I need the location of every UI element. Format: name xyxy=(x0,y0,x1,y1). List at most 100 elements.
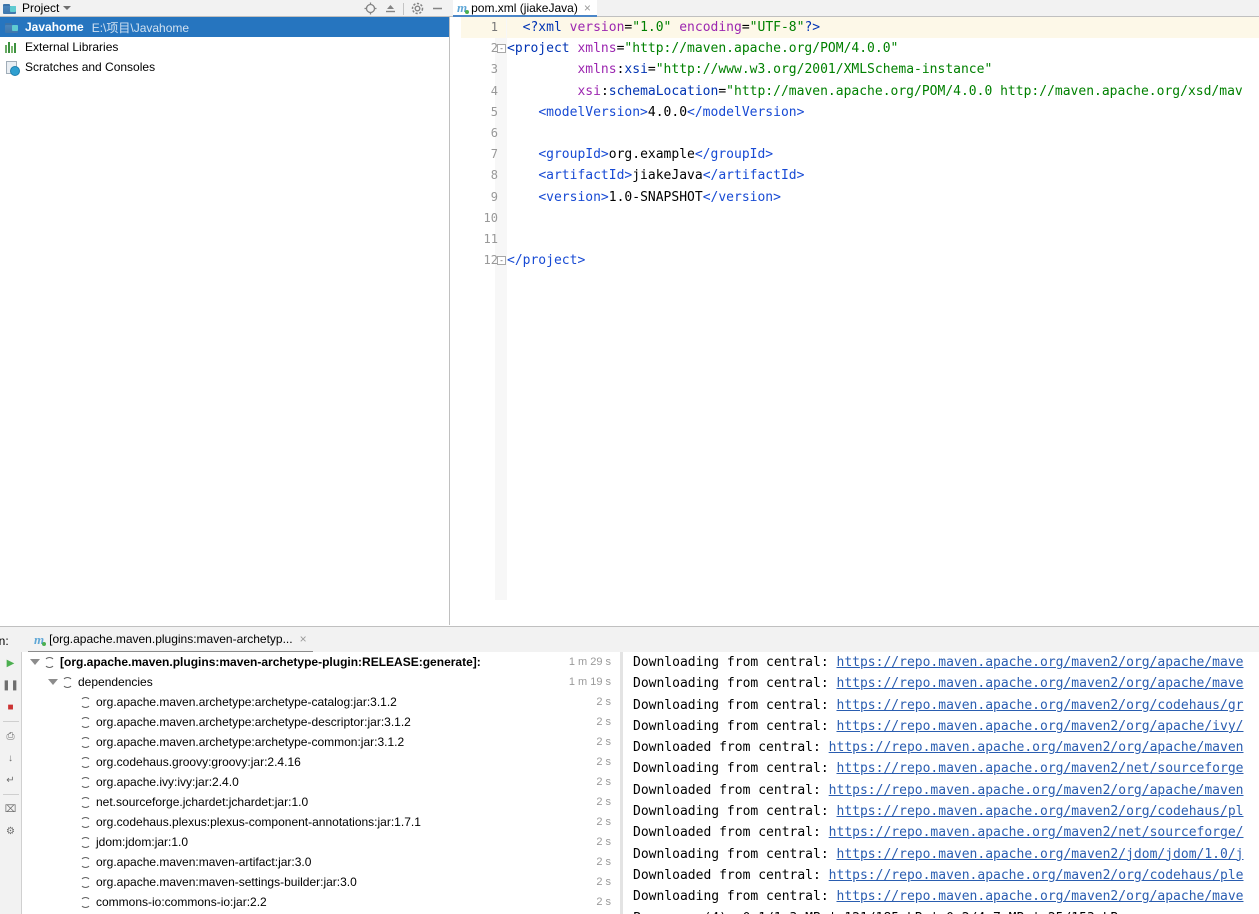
settings-button[interactable]: ⚙ xyxy=(2,822,20,840)
console-link[interactable]: https://repo.maven.apache.org/maven2/org… xyxy=(837,719,1244,734)
build-tree-row[interactable]: org.apache.maven.archetype:archetype-com… xyxy=(23,732,620,752)
code-line[interactable]: <groupId>org.example</groupId> xyxy=(507,144,1259,165)
build-status-icon xyxy=(80,736,91,748)
settings-gear-icon[interactable] xyxy=(408,1,426,16)
code-line[interactable]: xmlns:xsi="http://www.w3.org/2001/XMLSch… xyxy=(507,59,1259,80)
project-title-group[interactable]: Project xyxy=(0,1,72,16)
code-line[interactable]: <modelVersion>4.0.0</modelVersion> xyxy=(507,102,1259,123)
build-tree-row[interactable]: dependencies 1 m 19 s xyxy=(23,672,620,692)
tree-item-javahome[interactable]: Javahome E:\项目\Javahome xyxy=(0,17,449,37)
build-tree-row[interactable]: net.sourceforge.jchardet:jchardet:jar:1.… xyxy=(23,792,620,812)
print-button[interactable]: ⎙ xyxy=(2,727,20,745)
code-line[interactable]: <?xml version="1.0" encoding="UTF-8"?> xyxy=(507,17,1259,39)
project-tree[interactable]: Javahome E:\项目\Javahome External Librari… xyxy=(0,17,450,625)
collapse-all-icon[interactable] xyxy=(381,1,399,16)
build-tree-row[interactable]: org.apache.maven.archetype:archetype-cat… xyxy=(23,692,620,712)
build-status-icon xyxy=(80,756,91,768)
build-tree-row[interactable]: org.apache.ivy:ivy:jar:2.4.0 2 s xyxy=(23,772,620,792)
clear-all-button[interactable]: ⌧ xyxy=(2,800,20,818)
editor-gutter[interactable]: 1 2-3 4 5 6 7 8 9 10 11 12- xyxy=(450,17,507,600)
scroll-to-end-button[interactable]: ↓ xyxy=(2,749,20,767)
maven-run-icon: m xyxy=(34,631,47,647)
build-tree-row[interactable]: org.apache.maven:maven-settings-builder:… xyxy=(23,872,620,892)
close-icon[interactable]: × xyxy=(300,632,307,646)
build-tree-row[interactable]: org.codehaus.plexus:plexus-component-ann… xyxy=(23,812,620,832)
code-content[interactable]: <?xml version="1.0" encoding="UTF-8"?> <p… xyxy=(507,17,1259,600)
chevron-down-icon[interactable] xyxy=(63,6,72,10)
build-duration: 2 s xyxy=(596,816,611,828)
line-number-list: 1 2-3 4 5 6 7 8 9 10 11 12- xyxy=(450,17,506,271)
console-link[interactable]: https://repo.maven.apache.org/maven2/org… xyxy=(829,868,1244,883)
code-line[interactable]: </project> xyxy=(507,250,1259,271)
build-tree-row[interactable]: org.apache.maven.archetype:archetype-des… xyxy=(23,712,620,732)
build-tree-row[interactable]: org.apache.maven:maven-artifact:jar:3.0 2… xyxy=(23,852,620,872)
code-token: xsi xyxy=(624,62,648,78)
code-token: </version> xyxy=(702,189,781,205)
console-output[interactable]: Downloading from central: https://repo.m… xyxy=(623,652,1259,914)
build-tree-label: jdom:jdom:jar:1.0 xyxy=(96,835,189,849)
console-line: Downloading from central: https://repo.m… xyxy=(633,844,1259,865)
run-tab-maven-archetype[interactable]: m [org.apache.maven.plugins:maven-archet… xyxy=(28,627,313,653)
build-tree-row[interactable]: org.codehaus.groovy:groovy:jar:2.4.16 2 s xyxy=(23,752,620,772)
tree-item-scratches-and-consoles[interactable]: Scratches and Consoles xyxy=(0,57,449,77)
stop-button[interactable]: ■ xyxy=(2,698,20,716)
line-number: 8 xyxy=(490,168,498,183)
console-link[interactable]: https://repo.maven.apache.org/maven2/org… xyxy=(837,676,1244,691)
console-line: Downloading from central: https://repo.m… xyxy=(633,652,1259,673)
console-link[interactable]: https://repo.maven.apache.org/maven2/org… xyxy=(829,783,1244,798)
soft-wrap-button[interactable]: ↵ xyxy=(2,771,20,789)
code-line[interactable] xyxy=(507,229,1259,250)
console-link[interactable]: https://repo.maven.apache.org/maven2/jdo… xyxy=(837,847,1244,862)
code-line[interactable] xyxy=(507,123,1259,144)
build-status-icon xyxy=(80,876,91,888)
console-link[interactable]: https://repo.maven.apache.org/maven2/org… xyxy=(837,804,1244,819)
build-tree-label: org.apache.maven.archetype:archetype-des… xyxy=(96,715,411,729)
console-link[interactable]: https://repo.maven.apache.org/maven2/org… xyxy=(837,655,1244,670)
editor-tab-bar: m pom.xml (jiakeJava) × xyxy=(450,0,1259,17)
code-token: project xyxy=(514,41,570,57)
console-line: Progress (4): 0.1/1.3 MB | 121/185 kB | … xyxy=(633,908,1259,914)
build-tree-row[interactable]: [org.apache.maven.plugins:maven-archetyp… xyxy=(23,652,620,672)
expand-arrow-icon[interactable] xyxy=(48,679,58,685)
build-status-icon xyxy=(80,696,91,708)
code-line[interactable] xyxy=(507,208,1259,229)
toolbar-divider xyxy=(2,794,19,795)
locate-target-icon[interactable] xyxy=(361,1,379,16)
rerun-button[interactable]: ▶ xyxy=(2,654,20,672)
console-link[interactable]: https://repo.maven.apache.org/maven2/org… xyxy=(829,740,1244,755)
build-duration: 2 s xyxy=(596,836,611,848)
console-link[interactable]: https://repo.maven.apache.org/maven2/net… xyxy=(837,761,1244,776)
close-icon[interactable]: × xyxy=(584,1,591,15)
hide-panel-icon[interactable] xyxy=(428,1,446,16)
code-token: "http://maven.apache.org/POM/4.0.0 http:… xyxy=(726,83,1243,99)
build-tree-row[interactable]: jdom:jdom:jar:1.0 2 s xyxy=(23,832,620,852)
code-line[interactable]: xsi:schemaLocation="http://maven.apache.… xyxy=(507,81,1259,102)
code-token: = xyxy=(718,83,727,99)
code-line[interactable]: <artifactId>jiakeJava</artifactId> xyxy=(507,165,1259,186)
build-tree-row[interactable]: commons-io:commons-io:jar:2.2 2 s xyxy=(23,892,620,912)
fold-toggle-icon[interactable]: - xyxy=(497,256,506,266)
code-line[interactable]: <project xmlns="http://maven.apache.org/… xyxy=(507,38,1259,59)
code-token: version xyxy=(569,20,625,35)
expand-arrow-icon[interactable] xyxy=(30,659,40,665)
code-editor[interactable]: 1 2-3 4 5 6 7 8 9 10 11 12- <?xml version="1.0" en… xyxy=(450,17,1259,600)
tab-pom-xml[interactable]: m pom.xml (jiakeJava) × xyxy=(453,0,597,17)
build-tree-label: org.apache.maven:maven-settings-builder:… xyxy=(96,875,357,889)
tree-item-external-libraries[interactable]: External Libraries xyxy=(0,37,449,57)
libraries-icon xyxy=(5,40,20,55)
project-folder-icon xyxy=(5,20,20,35)
build-duration: 2 s xyxy=(596,896,611,908)
run-panel-toolbar: ▶ ❚❚ ■ ⎙ ↓ ↵ ⌧ ⚙ xyxy=(0,652,22,914)
build-tree[interactable]: [org.apache.maven.plugins:maven-archetyp… xyxy=(23,652,620,914)
console-link[interactable]: https://repo.maven.apache.org/maven2/org… xyxy=(837,698,1244,713)
console-line: Downloading from central: https://repo.m… xyxy=(633,673,1259,694)
build-status-icon xyxy=(44,656,55,668)
build-duration: 1 m 29 s xyxy=(568,656,611,668)
console-link[interactable]: https://repo.maven.apache.org/maven2/org… xyxy=(837,889,1244,904)
code-line[interactable]: <version>1.0-SNAPSHOT</version> xyxy=(507,187,1259,208)
console-link[interactable]: https://repo.maven.apache.org/maven2/net… xyxy=(829,825,1244,840)
fold-toggle-icon[interactable]: - xyxy=(497,44,506,54)
pause-button[interactable]: ❚❚ xyxy=(2,676,20,694)
